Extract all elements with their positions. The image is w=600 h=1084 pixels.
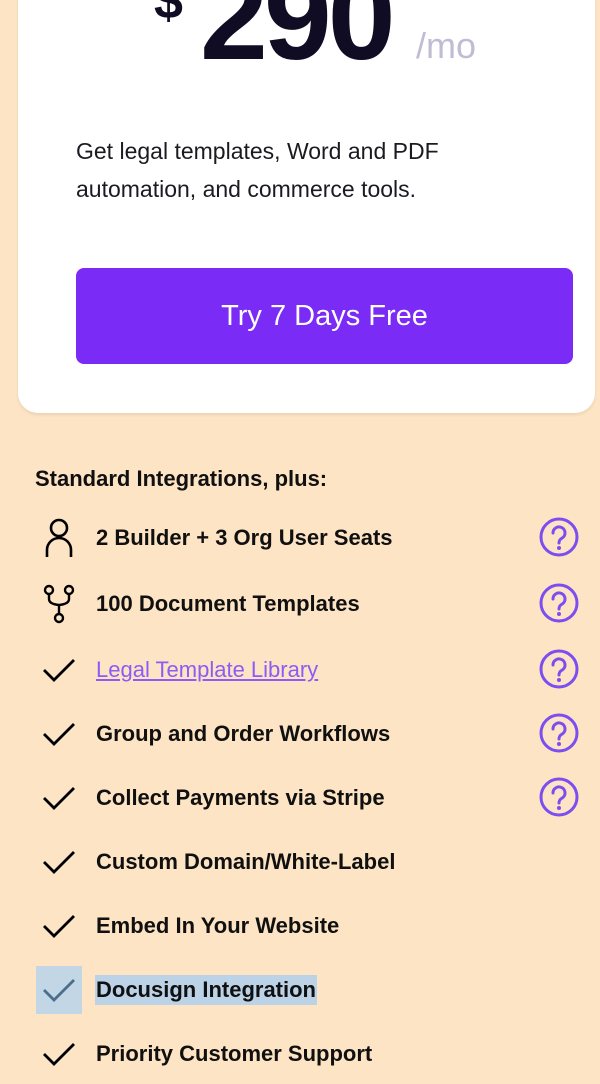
feature-item-templates: 100 Document Templates xyxy=(0,580,600,628)
feature-label: Group and Order Workflows xyxy=(96,721,391,746)
feature-label: Priority Customer Support xyxy=(96,1041,373,1066)
feature-label: 2 Builder + 3 Org User Seats xyxy=(96,525,393,550)
workflow-branch-icon xyxy=(36,580,82,628)
help-icon[interactable] xyxy=(538,712,580,754)
feature-item-embed: Embed In Your Website xyxy=(0,902,600,950)
check-icon xyxy=(36,838,82,886)
check-icon xyxy=(36,646,82,694)
plan-description: Get legal templates, Word and PDF automa… xyxy=(76,138,439,202)
price-amount: 290 xyxy=(200,0,396,85)
check-icon xyxy=(36,902,82,950)
feature-label: Docusign Integration xyxy=(95,975,317,1005)
user-icon xyxy=(36,514,82,562)
feature-item-payments: Collect Payments via Stripe xyxy=(0,774,600,822)
feature-item-seats: 2 Builder + 3 Org User Seats xyxy=(0,514,600,562)
feature-label: Collect Payments via Stripe xyxy=(96,785,385,810)
feature-item-template-library: Legal Template Library xyxy=(0,646,600,694)
feature-label: Embed In Your Website xyxy=(96,913,340,938)
check-icon xyxy=(36,774,82,822)
feature-label: 100 Document Templates xyxy=(96,591,360,616)
check-icon xyxy=(36,1030,82,1078)
pricing-page: $ 290 /mo Get legal templates, Word and … xyxy=(0,0,600,1084)
feature-item-docusign: Docusign Integration xyxy=(0,966,600,1014)
try-free-button[interactable]: Try 7 Days Free xyxy=(76,268,573,364)
help-icon[interactable] xyxy=(538,648,580,690)
help-icon[interactable] xyxy=(538,776,580,818)
feature-item-custom-domain: Custom Domain/White-Label xyxy=(0,838,600,886)
feature-item-priority-support: Priority Customer Support xyxy=(0,1030,600,1078)
features-heading: Standard Integrations, plus: xyxy=(35,466,328,491)
help-icon[interactable] xyxy=(538,582,580,624)
help-icon[interactable] xyxy=(538,516,580,558)
price-period: /mo xyxy=(416,25,477,66)
legal-template-library-link[interactable]: Legal Template Library xyxy=(96,655,318,685)
pricing-card: $ 290 /mo Get legal templates, Word and … xyxy=(18,0,595,413)
check-icon xyxy=(36,966,82,1014)
feature-item-workflows: Group and Order Workflows xyxy=(0,710,600,758)
price-currency: $ xyxy=(154,0,183,30)
check-icon xyxy=(36,710,82,758)
feature-label: Custom Domain/White-Label xyxy=(96,849,396,874)
